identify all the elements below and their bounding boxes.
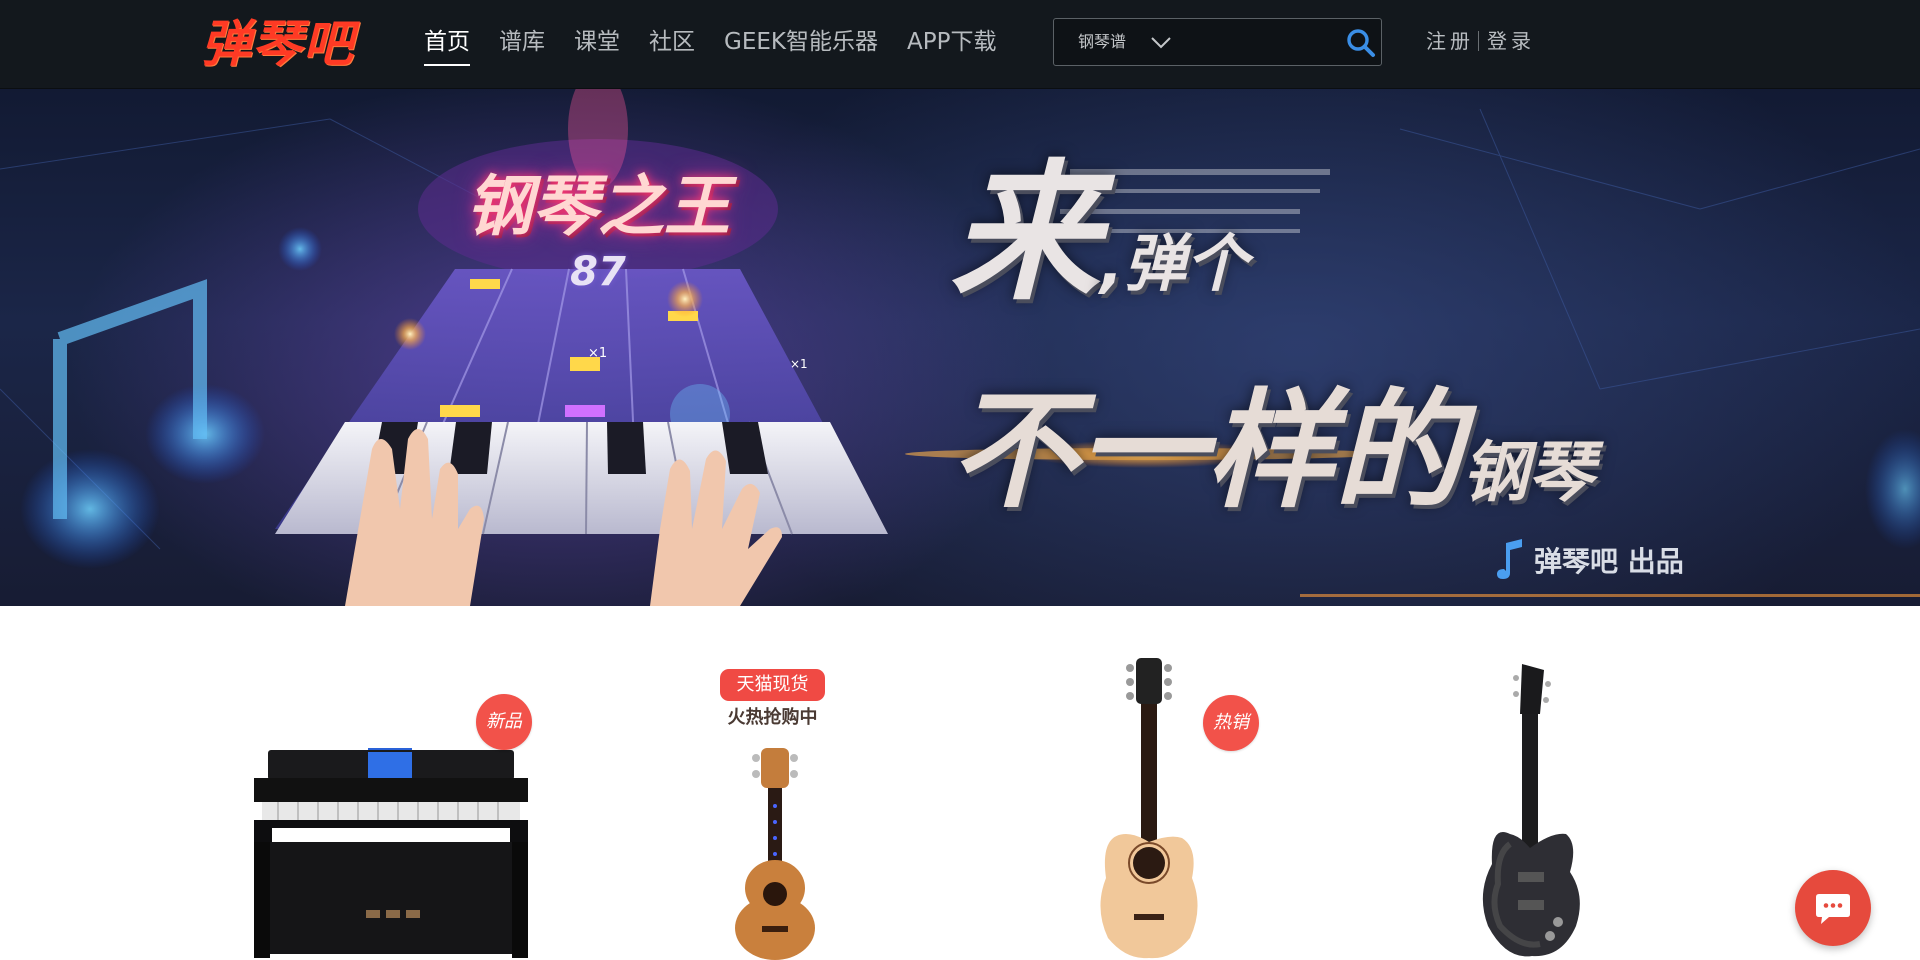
game-score: 87 — [570, 249, 626, 295]
music-note-icon — [1497, 539, 1522, 579]
nav-item-classroom[interactable]: 课堂 — [574, 22, 620, 66]
banner-subheadline: 不一样的钢琴 — [950, 377, 1594, 527]
subheadline-big: 不一样的 — [950, 377, 1463, 526]
nav-item-sheet-library[interactable]: 谱库 — [499, 22, 545, 66]
search-icon[interactable] — [1346, 28, 1376, 58]
music-note-decoration — [20, 227, 322, 569]
auth-divider — [1478, 31, 1479, 51]
badge-hot: 热销 — [1203, 695, 1259, 751]
promo-tag-tmall: 天猫现货 — [720, 669, 825, 701]
auth-links: 注册 登录 — [1426, 26, 1535, 56]
banner-credit: 弹琴吧 出品 — [1494, 537, 1684, 579]
badge-new: 新品 — [476, 694, 532, 750]
chat-bubble-icon — [1816, 894, 1850, 924]
login-link[interactable]: 登录 — [1487, 29, 1535, 53]
nav-item-community[interactable]: 社区 — [649, 22, 695, 66]
hero-banner[interactable]: 钢琴之王 87 ×1 ×1 来,弹个 不一样的钢琴 弹琴吧 出品 — [0, 89, 1920, 606]
combo-label-left: ×1 — [588, 346, 608, 361]
nav-item-geek-instruments[interactable]: GEEK智能乐器 — [724, 22, 878, 66]
nav-item-home[interactable]: 首页 — [424, 22, 470, 66]
product-ukulele[interactable] — [728, 748, 822, 960]
chevron-down-icon[interactable] — [1150, 36, 1172, 50]
credit-text: 弹琴吧 出品 — [1534, 545, 1684, 578]
product-digital-piano[interactable] — [248, 748, 534, 958]
search-input[interactable] — [1184, 25, 1328, 61]
top-nav-bar: 弹琴吧 首页 谱库 课堂 社区 GEEK智能乐器 APP下载 钢琴谱 注册 登录 — [0, 0, 1920, 89]
banner-headline: 来,弹个 — [950, 149, 1248, 319]
subheadline-small: 钢琴 — [1462, 434, 1595, 511]
main-menu: 首页 谱库 课堂 社区 GEEK智能乐器 APP下载 — [424, 22, 1025, 66]
headline-big: 来 — [950, 147, 1101, 321]
search-category-select[interactable]: 钢琴谱 — [1078, 19, 1126, 65]
headline-small: ,弹个 — [1100, 227, 1248, 300]
combo-label-right: ×1 — [790, 357, 808, 371]
nav-item-app-download[interactable]: APP下载 — [907, 22, 996, 66]
product-electric-guitar[interactable] — [1470, 664, 1588, 960]
chat-button[interactable] — [1795, 870, 1871, 946]
product-acoustic-guitar[interactable] — [1086, 658, 1212, 960]
search-box: 钢琴谱 — [1053, 18, 1382, 66]
site-logo[interactable]: 弹琴吧 — [201, 14, 366, 74]
register-link[interactable]: 注册 — [1426, 29, 1474, 53]
promo-subtitle: 火热抢购中 — [727, 707, 818, 728]
